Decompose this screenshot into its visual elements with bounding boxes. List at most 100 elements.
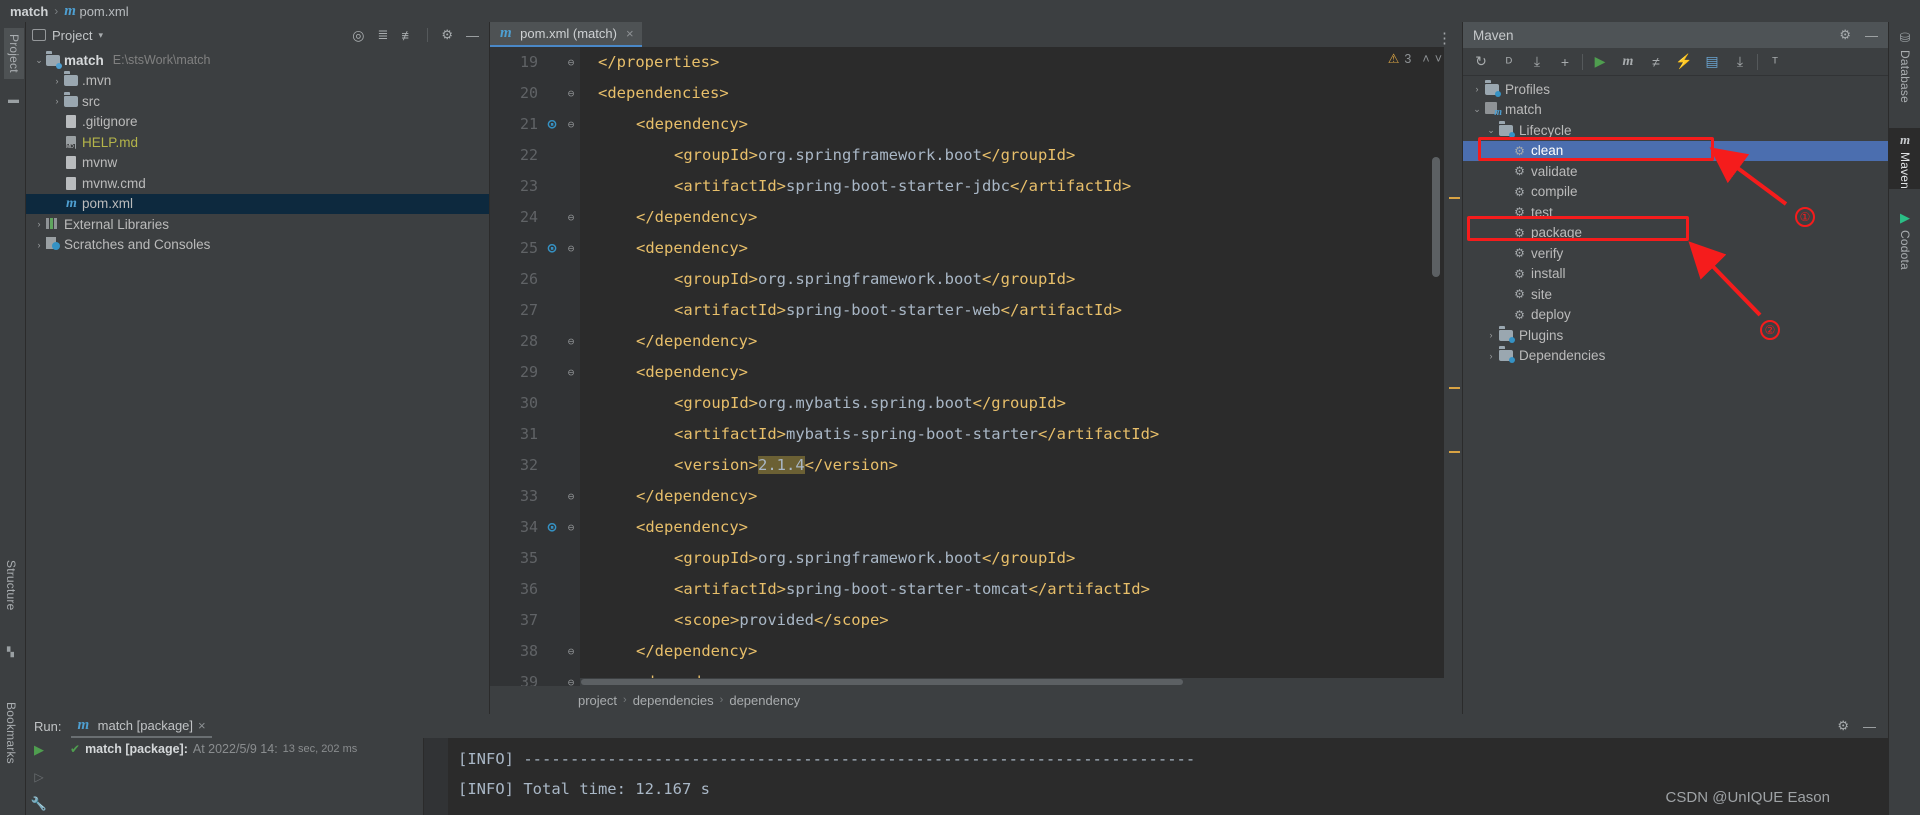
- editor-horizontal-scrollbar[interactable]: [580, 678, 1450, 686]
- maven-download-dependency-icon[interactable]: ⊙: [542, 233, 562, 264]
- chevron-right-icon[interactable]: ›: [32, 240, 46, 250]
- settings-wrench-icon[interactable]: 🔧: [31, 796, 47, 812]
- project-tree-item-mvnw-cmd[interactable]: mvnw.cmd: [26, 173, 489, 194]
- maven-goals-tree[interactable]: ›Profiles⌄mmatch⌄Lifecycle⚙clean⚙validat…: [1463, 76, 1888, 366]
- close-icon[interactable]: ×: [626, 26, 634, 41]
- project-tree-item-external-libraries[interactable]: ›External Libraries: [26, 214, 489, 235]
- chevron-down-icon[interactable]: ▾: [98, 30, 103, 41]
- chevron-down-icon[interactable]: ⌄: [1469, 104, 1485, 115]
- editor-breadcrumb[interactable]: project›dependencies›dependency: [490, 686, 1462, 714]
- code-fold-toggle-icon[interactable]: ⊖: [562, 357, 580, 388]
- tool-window-button-structure[interactable]: Structure: [4, 560, 18, 611]
- more-options-icon[interactable]: ⋮: [1437, 29, 1462, 47]
- gear-icon[interactable]: ⚙: [441, 27, 453, 43]
- maven-settings-icon[interactable]: ᵀ: [1761, 50, 1789, 74]
- chevron-right-icon[interactable]: ›: [32, 219, 46, 229]
- code-fold-toggle-icon[interactable]: ⊖: [562, 636, 580, 667]
- rerun-failed-icon[interactable]: ▷: [34, 770, 43, 784]
- tool-window-button-codota[interactable]: ▶Codota: [1889, 206, 1920, 270]
- next-problem-icon[interactable]: ˅: [1435, 52, 1442, 66]
- rerun-icon[interactable]: ▶: [34, 742, 44, 758]
- run-results-tree[interactable]: ✔ match [package]: At 2022/5/9 14: 13 se…: [52, 738, 424, 815]
- tool-window-button-database[interactable]: ⛁Database: [1889, 26, 1920, 103]
- collapse-all-icon[interactable]: ≢: [401, 28, 414, 43]
- minimize-icon[interactable]: —: [466, 28, 479, 43]
- editor-breadcrumb-project[interactable]: project: [578, 693, 617, 708]
- toggle-offline-mode-icon[interactable]: ⚡: [1670, 50, 1698, 74]
- execute-maven-goal-icon[interactable]: m: [1614, 50, 1642, 74]
- chevron-right-icon[interactable]: ›: [50, 96, 64, 106]
- show-dependencies-icon[interactable]: ▤: [1698, 50, 1726, 74]
- maven-goal-validate[interactable]: ⚙validate: [1463, 161, 1888, 182]
- editor-breadcrumb-dependency[interactable]: dependency: [729, 693, 800, 708]
- project-tree-item-scratches-and-consoles[interactable]: ›Scratches and Consoles: [26, 235, 489, 256]
- project-tree-item-src[interactable]: ›src: [26, 91, 489, 112]
- code-fold-toggle-icon[interactable]: ⊖: [562, 202, 580, 233]
- chevron-right-icon[interactable]: ›: [1483, 330, 1499, 340]
- run-result-row[interactable]: ✔ match [package]: At 2022/5/9 14: 13 se…: [52, 742, 423, 756]
- run-tab-match-package[interactable]: m match [package] ×: [71, 714, 211, 738]
- code-fold-toggle-icon[interactable]: ⊖: [562, 667, 580, 686]
- maven-goal-site[interactable]: ⚙site: [1463, 284, 1888, 305]
- maven-goal-package[interactable]: ⚙package: [1463, 223, 1888, 244]
- maven-goal-plugins[interactable]: ›Plugins: [1463, 325, 1888, 346]
- maven-download-dependency-icon[interactable]: ⊙: [542, 109, 562, 140]
- expand-all-icon[interactable]: ≣: [377, 27, 388, 43]
- prev-problem-icon[interactable]: ˄: [1422, 52, 1429, 66]
- gear-icon[interactable]: ⚙: [1839, 27, 1851, 43]
- minimize-icon[interactable]: —: [1865, 28, 1878, 43]
- code-fold-toggle-icon[interactable]: ⊖: [562, 233, 580, 264]
- add-maven-project-icon[interactable]: +: [1551, 50, 1579, 74]
- editor-breadcrumb-dependencies[interactable]: dependencies: [633, 693, 714, 708]
- inspection-summary[interactable]: ⚠ 3 ˄ ˅: [1388, 51, 1442, 67]
- chevron-right-icon[interactable]: ›: [1483, 351, 1499, 361]
- chevron-down-icon[interactable]: ⌄: [1483, 125, 1499, 136]
- maven-download-dependency-icon[interactable]: ⊙: [542, 512, 562, 543]
- maven-goal-clean[interactable]: ⚙clean: [1463, 141, 1888, 162]
- project-tree-item-match[interactable]: ⌄matchE:\stsWork\match: [26, 50, 489, 71]
- breadcrumb-file[interactable]: pom.xml: [79, 4, 128, 19]
- minimize-icon[interactable]: —: [1863, 719, 1876, 734]
- project-tree-item-gitignore[interactable]: .gitignore: [26, 112, 489, 133]
- code-fold-toggle-icon[interactable]: ⊖: [562, 47, 580, 78]
- code-editor[interactable]: ⚠ 3 ˄ ˅ 19⊖</properties>20⊖<dependencies…: [490, 47, 1462, 686]
- toggle-skip-tests-icon[interactable]: ≠: [1642, 50, 1670, 74]
- maven-goal-compile[interactable]: ⚙compile: [1463, 182, 1888, 203]
- collapse-all-icon[interactable]: ⤓: [1726, 50, 1754, 74]
- code-fold-toggle-icon[interactable]: ⊖: [562, 512, 580, 543]
- editor-tab-pom-xml[interactable]: m pom.xml (match) ×: [490, 22, 642, 47]
- tool-window-button-maven[interactable]: mMaven: [1889, 128, 1920, 189]
- maven-goal-test[interactable]: ⚙test: [1463, 202, 1888, 223]
- maven-goal-profiles[interactable]: ›Profiles: [1463, 79, 1888, 100]
- chevron-right-icon[interactable]: ›: [1469, 84, 1485, 94]
- gear-icon[interactable]: ⚙: [1837, 718, 1849, 734]
- project-tree-item-mvnw[interactable]: mvnw: [26, 153, 489, 174]
- maven-goal-dependencies[interactable]: ›Dependencies: [1463, 346, 1888, 367]
- project-tree-item-help-md[interactable]: MDHELP.md: [26, 132, 489, 153]
- download-sources-icon[interactable]: ⤓: [1523, 50, 1551, 74]
- maven-goal-deploy[interactable]: ⚙deploy: [1463, 305, 1888, 326]
- chevron-down-icon[interactable]: ⌄: [32, 55, 46, 66]
- maven-goal-verify[interactable]: ⚙verify: [1463, 243, 1888, 264]
- maven-toolbar[interactable]: ↻ᴰ⤓+▶m≠⚡▤⤓ᵀ: [1463, 48, 1888, 76]
- tool-window-button-bookmarks[interactable]: Bookmarks: [4, 702, 18, 764]
- tool-window-button-project[interactable]: Project: [4, 28, 24, 79]
- maven-goal-install[interactable]: ⚙install: [1463, 264, 1888, 285]
- reload-all-maven-projects-icon[interactable]: ↻: [1467, 50, 1495, 74]
- maven-goal-lifecycle[interactable]: ⌄Lifecycle: [1463, 120, 1888, 141]
- code-content[interactable]: 19⊖</properties>20⊖<dependencies>21⊙⊖<de…: [490, 47, 1462, 686]
- generate-sources-icon[interactable]: ᴰ: [1495, 50, 1523, 74]
- close-icon[interactable]: ×: [198, 718, 206, 733]
- locate-icon[interactable]: ◎: [352, 27, 364, 44]
- code-fold-toggle-icon[interactable]: ⊖: [562, 326, 580, 357]
- code-fold-toggle-icon[interactable]: ⊖: [562, 78, 580, 109]
- code-fold-toggle-icon[interactable]: ⊖: [562, 109, 580, 140]
- project-tree-item-pom-xml[interactable]: mpom.xml: [26, 194, 489, 215]
- project-file-tree[interactable]: ⌄matchE:\stsWork\match›.mvn›src.gitignor…: [26, 48, 489, 255]
- code-fold-toggle-icon[interactable]: ⊖: [562, 481, 580, 512]
- breadcrumb-project[interactable]: match: [10, 4, 48, 19]
- project-tree-item-mvn[interactable]: ›.mvn: [26, 71, 489, 92]
- maven-goal-match[interactable]: ⌄mmatch: [1463, 100, 1888, 121]
- chevron-right-icon[interactable]: ›: [50, 76, 64, 86]
- run-maven-build-icon[interactable]: ▶: [1586, 50, 1614, 74]
